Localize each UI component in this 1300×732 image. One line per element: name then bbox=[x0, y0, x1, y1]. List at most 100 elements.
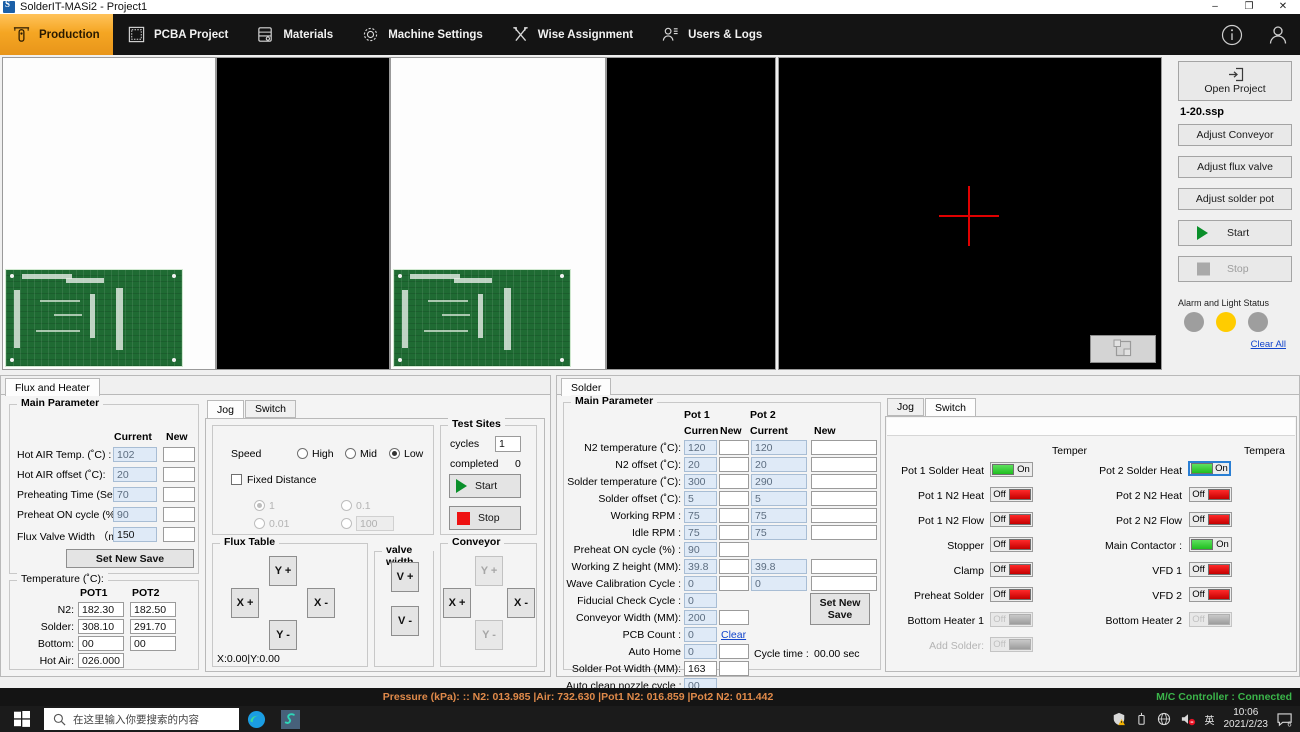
start-button[interactable]: Start bbox=[1178, 220, 1292, 246]
test-start-button[interactable]: Start bbox=[449, 474, 521, 498]
flux-new-2[interactable] bbox=[163, 487, 195, 502]
distance-radio-1[interactable] bbox=[254, 500, 265, 511]
adjust-flux-valve-button[interactable]: Adjust flux valve bbox=[1178, 156, 1292, 178]
speed-radio-mid[interactable] bbox=[345, 448, 356, 459]
adjust-conveyor-button[interactable]: Adjust Conveyor bbox=[1178, 124, 1292, 146]
conveyor-y-plus-button[interactable]: Y + bbox=[475, 556, 503, 586]
stop-button[interactable]: Stop bbox=[1178, 256, 1292, 282]
adjust-solder-pot-button[interactable]: Adjust solder pot bbox=[1178, 188, 1292, 210]
switch-add-solder[interactable]: Off bbox=[990, 637, 1033, 652]
security-warning-icon[interactable] bbox=[1112, 712, 1126, 726]
nav-item-users-logs[interactable]: Users & Logs bbox=[647, 14, 776, 55]
switch-vfd-2[interactable]: Off bbox=[1189, 587, 1232, 602]
pot2-new-3[interactable] bbox=[811, 491, 877, 506]
usb-icon[interactable] bbox=[1135, 712, 1148, 726]
pot2-new-2[interactable] bbox=[811, 474, 877, 489]
start-menu-button[interactable] bbox=[0, 706, 44, 732]
user-account-icon[interactable] bbox=[1266, 23, 1290, 47]
switch-pot1-solder-heat[interactable]: On bbox=[990, 462, 1033, 477]
pot2-new-5[interactable] bbox=[811, 525, 877, 540]
switch-pot1-n2-flow[interactable]: Off bbox=[990, 512, 1033, 527]
pot1-new-3[interactable] bbox=[719, 491, 749, 506]
open-project-button[interactable]: Open Project bbox=[1178, 61, 1292, 101]
flux-new-0[interactable] bbox=[163, 447, 195, 462]
tab-solder[interactable]: Solder bbox=[561, 378, 612, 396]
flux-table-y-plus-button[interactable]: Y + bbox=[269, 556, 297, 586]
tab-switch-right[interactable]: Switch bbox=[925, 398, 976, 416]
valve-v-plus-button[interactable]: V + bbox=[391, 562, 419, 592]
taskbar-search-box[interactable]: 在这里输入你要搜索的内容 bbox=[44, 708, 239, 730]
pot2-new-4[interactable] bbox=[811, 508, 877, 523]
switch-preheat-solder[interactable]: Off bbox=[990, 587, 1033, 602]
pot1-new-8[interactable] bbox=[719, 576, 749, 591]
nav-item-materials[interactable]: Materials bbox=[242, 14, 347, 55]
switch-pot1-n2-heat[interactable]: Off bbox=[990, 487, 1033, 502]
maximize-button[interactable]: ❐ bbox=[1232, 0, 1266, 14]
switch-pot2-n2-flow[interactable]: Off bbox=[1189, 512, 1232, 527]
notifications-icon[interactable]: 6 bbox=[1277, 712, 1294, 727]
pot1-new-1[interactable] bbox=[719, 457, 749, 472]
camera-view-1[interactable] bbox=[2, 57, 216, 370]
flux-set-new-save-button[interactable]: Set New Save bbox=[66, 549, 194, 568]
pot1-new-2[interactable] bbox=[719, 474, 749, 489]
tab-jog-right[interactable]: Jog bbox=[887, 398, 924, 416]
pot2-new-0[interactable] bbox=[811, 440, 877, 455]
pot1-new-12[interactable] bbox=[719, 644, 749, 659]
pot1-new-13[interactable] bbox=[719, 661, 749, 676]
taskbar-clock[interactable]: 10:06 2021/2/23 bbox=[1224, 707, 1269, 731]
pot1-new-6[interactable] bbox=[719, 542, 749, 557]
distance-radio-custom[interactable] bbox=[341, 518, 352, 529]
switch-main-contactor[interactable]: On bbox=[1189, 537, 1232, 552]
switch-bottom-heater-1[interactable]: Off bbox=[990, 612, 1033, 627]
nav-item-pcba-project[interactable]: PCBA Project bbox=[113, 14, 242, 55]
distance-radio-01[interactable] bbox=[341, 500, 352, 511]
nav-item-production[interactable]: Production bbox=[0, 14, 113, 55]
camera-view-2[interactable] bbox=[216, 57, 390, 370]
switch-vfd-1[interactable]: Off bbox=[1189, 562, 1232, 577]
pot1-new-0[interactable] bbox=[719, 440, 749, 455]
flux-new-1[interactable] bbox=[163, 467, 195, 482]
fixed-distance-checkbox[interactable] bbox=[231, 474, 242, 485]
flux-new-3[interactable] bbox=[163, 507, 195, 522]
pot1-new-10[interactable] bbox=[719, 610, 749, 625]
pot2-new-7[interactable] bbox=[811, 559, 877, 574]
switch-pot2-n2-heat[interactable]: Off bbox=[1189, 487, 1232, 502]
tab-jog-left[interactable]: Jog bbox=[207, 400, 244, 418]
cycles-input[interactable]: 1 bbox=[495, 436, 521, 452]
solder-set-new-save-button[interactable]: Set New Save bbox=[810, 593, 870, 625]
flux-table-x-minus-button[interactable]: X - bbox=[307, 588, 335, 618]
close-button[interactable]: ✕ bbox=[1266, 0, 1300, 14]
distance-custom-input[interactable]: 100 bbox=[356, 516, 394, 531]
pot2-new-1[interactable] bbox=[811, 457, 877, 472]
pot1-new-5[interactable] bbox=[719, 525, 749, 540]
volume-mute-icon[interactable] bbox=[1180, 712, 1196, 726]
conveyor-x-plus-button[interactable]: X + bbox=[443, 588, 471, 618]
speed-radio-high[interactable] bbox=[297, 448, 308, 459]
switch-clamp[interactable]: Off bbox=[990, 562, 1033, 577]
flux-table-x-plus-button[interactable]: X + bbox=[231, 588, 259, 618]
ime-indicator[interactable]: 英 bbox=[1205, 712, 1215, 727]
minimize-button[interactable]: – bbox=[1198, 0, 1232, 14]
pot1-new-7[interactable] bbox=[719, 559, 749, 574]
nav-item-wise-assignment[interactable]: Wise Assignment bbox=[497, 14, 647, 55]
camera-view-main[interactable] bbox=[778, 57, 1162, 370]
taskbar-app-solderit[interactable] bbox=[273, 706, 307, 732]
tab-switch-left[interactable]: Switch bbox=[245, 400, 296, 418]
switch-bottom-heater-2[interactable]: Off bbox=[1189, 612, 1232, 627]
camera-view-4[interactable] bbox=[606, 57, 776, 370]
conveyor-x-minus-button[interactable]: X - bbox=[507, 588, 535, 618]
pot2-new-8[interactable] bbox=[811, 576, 877, 591]
flux-table-y-minus-button[interactable]: Y - bbox=[269, 620, 297, 650]
camera-view-3[interactable] bbox=[390, 57, 606, 370]
taskbar-app-edge[interactable] bbox=[239, 706, 273, 732]
switch-pot2-solder-heat[interactable]: On bbox=[1188, 461, 1231, 476]
switch-stopper[interactable]: Off bbox=[990, 537, 1033, 552]
flux-new-4[interactable] bbox=[163, 527, 195, 542]
tab-flux-and-heater[interactable]: Flux and Heater bbox=[5, 378, 100, 396]
distance-radio-001[interactable] bbox=[254, 518, 265, 529]
test-stop-button[interactable]: Stop bbox=[449, 506, 521, 530]
pot1-current-13[interactable]: 163 bbox=[684, 661, 717, 676]
conveyor-y-minus-button[interactable]: Y - bbox=[475, 620, 503, 650]
pot1-new-4[interactable] bbox=[719, 508, 749, 523]
clear-all-link[interactable]: Clear All bbox=[1178, 339, 1292, 350]
